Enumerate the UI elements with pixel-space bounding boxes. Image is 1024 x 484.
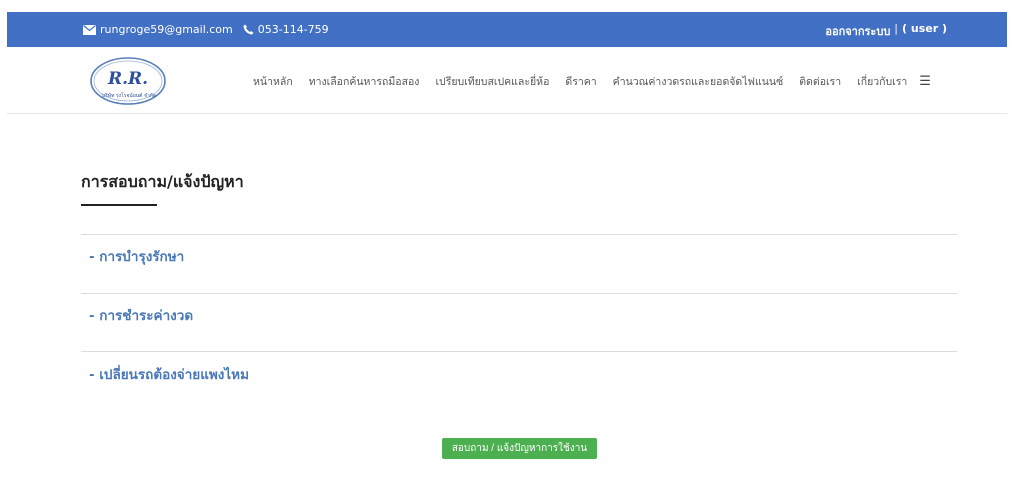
nav-item-compare-specs[interactable]: เปรียบเทียบสเปคและยี่ห้อ: [435, 73, 549, 90]
nav-item-search-used-cars[interactable]: ทางเลือกค้นหารถมือสอง: [309, 73, 420, 90]
page-frame: rungroge59@gmail.com 053-114-759 ออกจากร…: [7, 12, 1007, 484]
email-contact[interactable]: rungroge59@gmail.com: [83, 23, 233, 36]
company-logo[interactable]: R.R. บริษัท รุ่งโรจน์ยนต์ จำกัด: [89, 56, 167, 106]
phone-text: 053-114-759: [257, 23, 329, 36]
main-nav: หน้าหลัก ทางเลือกค้นหารถมือสอง เปรียบเที…: [253, 73, 931, 90]
page-title: การสอบถาม/แจ้งปัญหา: [81, 172, 244, 191]
phone-contact[interactable]: 053-114-759: [243, 23, 329, 36]
nav-item-about[interactable]: เกี่ยวกับเรา: [857, 73, 907, 90]
faq-row: - เปลี่ยนรถต้องจ่ายแพงไหม: [81, 351, 957, 410]
inquiry-button[interactable]: สอบถาม / แจ้งปัญหาการใช้งาน: [442, 438, 597, 459]
mail-icon: [83, 24, 96, 35]
contact-info: rungroge59@gmail.com 053-114-759: [83, 23, 329, 36]
user-area: ออกจากระบบ | ( user ): [825, 22, 947, 40]
faq-row: - การชำระค่างวด: [81, 293, 957, 352]
title-underline: [81, 204, 157, 206]
nav-item-price[interactable]: ดีราคา: [565, 73, 596, 90]
user-label[interactable]: ( user ): [902, 22, 947, 40]
faq-row: - การบำรุงรักษา: [81, 234, 957, 293]
left-edge: [0, 0, 7, 484]
faq-link-car-exchange-cost[interactable]: - เปลี่ยนรถต้องจ่ายแพงไหม: [89, 363, 249, 385]
logout-link[interactable]: ออกจากระบบ: [825, 22, 890, 40]
faq-link-installment-payment[interactable]: - การชำระค่างวด: [89, 304, 193, 326]
faq-link-maintenance[interactable]: - การบำรุงรักษา: [89, 245, 184, 267]
logo-text: R.R.: [107, 69, 148, 89]
navbar: R.R. บริษัท รุ่งโรจน์ยนต์ จำกัด หน้าหลัก…: [7, 47, 1007, 114]
nav-item-home[interactable]: หน้าหลัก: [253, 73, 293, 90]
nav-item-finance-calculator[interactable]: คำนวณค่างวดรถและยอดจัดไฟแนนซ์: [613, 73, 784, 90]
separator: |: [894, 22, 899, 35]
phone-icon: [243, 24, 254, 35]
top-bar: rungroge59@gmail.com 053-114-759 ออกจากร…: [7, 12, 1007, 47]
hamburger-menu-icon[interactable]: ☰: [919, 74, 931, 89]
email-text: rungroge59@gmail.com: [100, 23, 233, 36]
logo-subtext: บริษัท รุ่งโรจน์ยนต์ จำกัด: [102, 92, 156, 99]
nav-item-contact[interactable]: ติดต่อเรา: [799, 73, 841, 90]
